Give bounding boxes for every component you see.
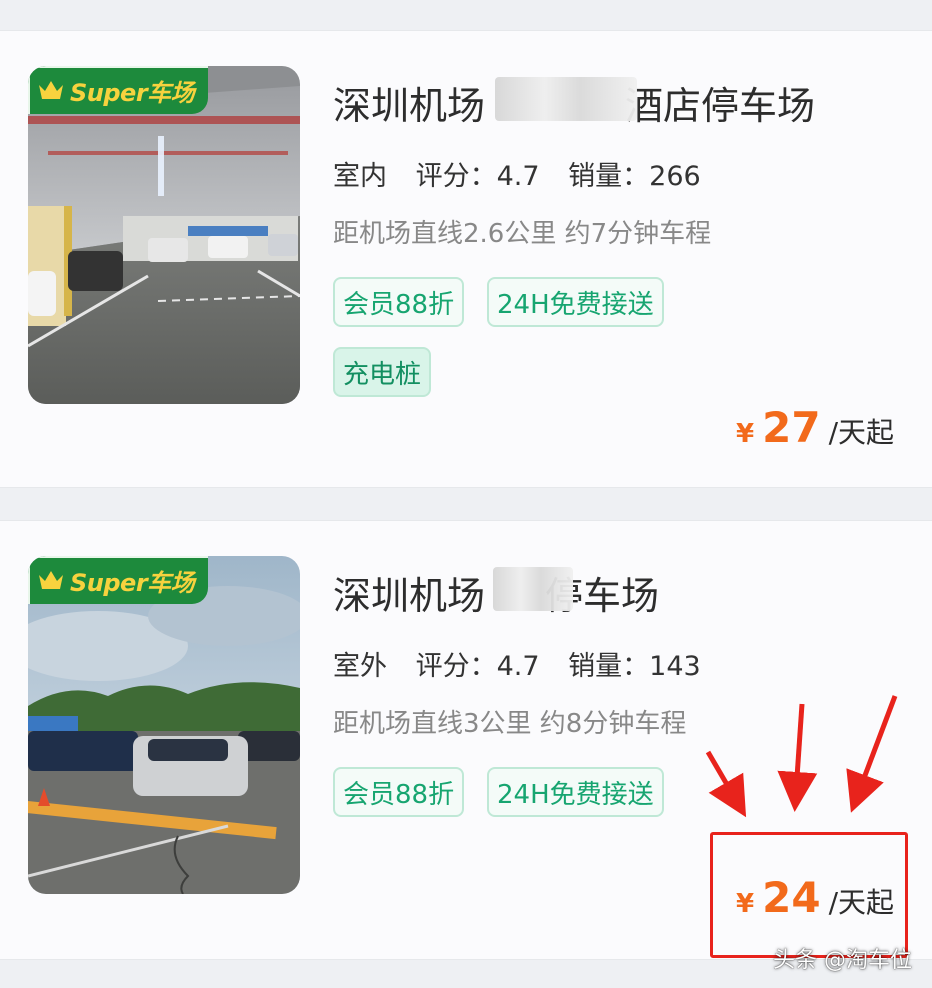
title-end: 酒店停车场: [625, 84, 816, 128]
parking-type: 室外: [331, 644, 389, 689]
crown-icon: [39, 81, 63, 99]
rating: 评分：4.7: [415, 161, 540, 192]
blurred-name-region: [493, 567, 573, 611]
price-value: 27: [762, 403, 821, 452]
watermark: 头条 @淘车位: [773, 948, 912, 973]
listing-meta: 室外 评分：4.7 销量：143: [331, 644, 721, 689]
distance-info: 距机场直线3公里 约8分钟车程: [333, 709, 687, 739]
badge-label: Super车场: [70, 568, 195, 597]
indoor-garage-image: [28, 66, 300, 404]
outdoor-lot-image: [28, 556, 300, 894]
super-parking-badge: Super车场: [28, 556, 209, 604]
title-start: 深圳机场: [333, 84, 486, 128]
currency-symbol: ¥: [736, 419, 755, 449]
tag-free-shuttle: 24H免费接送: [487, 767, 664, 817]
tag-member-discount: 会员88折: [333, 277, 465, 327]
red-arrow-icons: [705, 695, 898, 818]
listing-card[interactable]: Super车场 深圳机场 酒店停车场 室内 评分：4.7 销量：266 距机场直线…: [0, 30, 932, 488]
tag-member-discount: 会员88折: [333, 767, 465, 817]
distance-info: 距机场直线2.6公里 约7分钟车程: [333, 219, 712, 249]
parking-type: 室内: [331, 154, 389, 199]
sales-count: 销量：266: [568, 161, 701, 192]
listing-meta: 室内 评分：4.7 销量：266: [331, 154, 721, 199]
price-highlight-box: [710, 832, 908, 958]
price: ¥ 27 /天起: [736, 403, 894, 452]
price-unit: /天起: [828, 416, 894, 449]
rating: 评分：4.7: [415, 651, 540, 682]
tag-free-shuttle: 24H免费接送: [487, 277, 664, 327]
badge-label: Super车场: [70, 78, 195, 107]
crown-icon: [39, 571, 63, 589]
sales-count: 销量：143: [568, 651, 701, 682]
super-parking-badge: Super车场: [28, 66, 209, 114]
parking-photo-indoor: Super车场: [28, 66, 300, 404]
parking-photo-outdoor: Super车场: [28, 556, 300, 894]
blurred-name-region: [495, 77, 637, 121]
title-start: 深圳机场: [333, 574, 486, 618]
tag-charging-pile: 充电桩: [333, 347, 432, 397]
